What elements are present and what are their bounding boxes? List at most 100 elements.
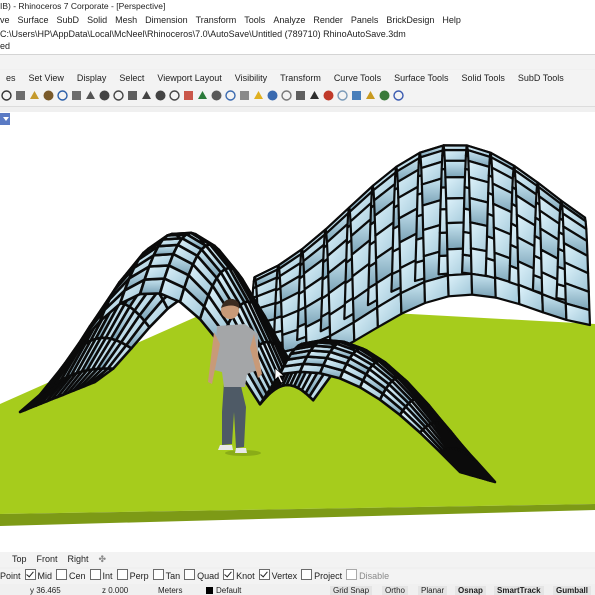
toolbar-tab-viewport-layout[interactable]: Viewport Layout (151, 70, 228, 86)
menu-bar: ve Surface SubD Solid Mesh Dimension Transform… (0, 13, 595, 28)
add-viewport-icon[interactable]: ✤ (99, 552, 107, 567)
4-view-icon[interactable] (224, 89, 237, 103)
toolbar-tab-select[interactable]: Select (113, 70, 151, 86)
osnap-tan[interactable]: Tan (152, 569, 180, 584)
toolbar-tab-bar: es Set View Display Select Viewport Layout Vi… (0, 70, 595, 86)
menu-item-ve[interactable]: ve (0, 13, 10, 28)
layer-icon[interactable] (266, 89, 279, 103)
osnap-perp[interactable]: Perp (116, 569, 149, 584)
osnap-quad[interactable]: Quad (184, 569, 219, 584)
menu-item-tools[interactable]: Tools (244, 13, 265, 28)
render-icon[interactable] (308, 89, 321, 103)
perspective-viewport[interactable] (0, 112, 595, 552)
view-tab-front[interactable]: Front (37, 552, 58, 567)
osnap-mid-checkbox[interactable] (24, 569, 36, 580)
grid-snap-toggle[interactable]: Grid Snap (330, 586, 373, 595)
osnap-tan-checkbox[interactable] (152, 569, 164, 580)
coordinate-y: y 36.465 (30, 586, 61, 595)
command-prompt-line[interactable]: ed (0, 40, 595, 52)
display-mode-icon[interactable] (378, 89, 391, 103)
menu-item-mesh[interactable]: Mesh (115, 13, 137, 28)
perspective-scene[interactable] (0, 112, 595, 552)
layer-name: Default (216, 586, 242, 595)
coordinate-z: z 0.000 (102, 586, 129, 595)
osnap-disable-checkbox[interactable] (346, 569, 358, 580)
view-tab-top[interactable]: Top (12, 552, 27, 567)
light-icon[interactable] (252, 89, 265, 103)
toolbar-tab-set-view[interactable]: Set View (23, 70, 71, 86)
toolbar-tab-display[interactable]: Display (71, 70, 114, 86)
pan-hand-icon[interactable] (70, 89, 83, 103)
close-icon[interactable] (0, 89, 13, 103)
command-history: C:\Users\HP\AppData\Local\McNeel\Rhinoce… (0, 28, 595, 55)
zoom-icon[interactable] (98, 89, 111, 103)
toolbar-tab-subd-tools[interactable]: SubD Tools (512, 70, 571, 86)
units-display[interactable]: Meters (158, 586, 182, 595)
zoom-window-icon[interactable] (112, 89, 125, 103)
menu-item-panels[interactable]: Panels (351, 13, 379, 28)
osnap-int-checkbox[interactable] (89, 569, 101, 580)
named-view-icon[interactable] (154, 89, 167, 103)
osnap-quad-checkbox[interactable] (184, 569, 196, 580)
osnap-cen-checkbox[interactable] (56, 569, 68, 580)
menu-item-dimension[interactable]: Dimension (145, 13, 188, 28)
menu-item-analyze[interactable]: Analyze (273, 13, 305, 28)
set-cplane-icon[interactable] (196, 89, 209, 103)
menu-item-solid[interactable]: Solid (87, 13, 107, 28)
osnap-project-checkbox[interactable] (301, 569, 313, 580)
viewport-menu-icon[interactable] (0, 113, 10, 125)
smarttrack-toggle[interactable]: SmartTrack (494, 586, 544, 595)
toolbar-tab-transform[interactable]: Transform (274, 70, 328, 86)
properties-icon[interactable] (280, 89, 293, 103)
toolbar-tab-visibility[interactable]: Visibility (229, 70, 274, 86)
zoom-selected-icon[interactable] (140, 89, 153, 103)
menu-item-help[interactable]: Help (442, 13, 461, 28)
car-icon[interactable] (182, 89, 195, 103)
sphere-icon[interactable] (336, 89, 349, 103)
undo-icon[interactable] (56, 89, 69, 103)
osnap-perp-checkbox[interactable] (116, 569, 128, 580)
osnap-toggle[interactable]: Osnap (455, 586, 486, 595)
paste-icon[interactable] (42, 89, 55, 103)
planar-toggle[interactable]: Planar (418, 586, 448, 595)
camera-icon[interactable] (168, 89, 181, 103)
menu-item-render[interactable]: Render (313, 13, 343, 28)
ortho-toggle[interactable]: Ortho (382, 586, 409, 595)
toolbar-tab-surface-tools[interactable]: Surface Tools (388, 70, 455, 86)
osnap-icon[interactable] (210, 89, 223, 103)
standard-toolbar (0, 86, 595, 107)
toolbar-tab-curve-tools[interactable]: Curve Tools (328, 70, 388, 86)
osnap-quad-label: Quad (197, 571, 220, 581)
osnap-int[interactable]: Int (89, 569, 113, 584)
osnap-cen[interactable]: Cen (56, 569, 86, 584)
cut-icon[interactable] (14, 89, 27, 103)
gumball-toggle[interactable]: Gumball (553, 586, 592, 595)
osnap-vertex[interactable]: Vertex (258, 569, 297, 584)
toolbar-tab-es[interactable]: es (0, 70, 23, 86)
toolbar-tab-solid-tools[interactable]: Solid Tools (456, 70, 512, 86)
menu-item-surface[interactable]: Surface (18, 13, 49, 28)
osnap-knot[interactable]: Knot (223, 569, 255, 584)
osnap-mid[interactable]: Mid (24, 569, 52, 584)
help-icon[interactable] (392, 89, 405, 103)
menu-item-subd[interactable]: SubD (57, 13, 80, 28)
osnap-disable[interactable]: Disable (346, 569, 389, 584)
osnap-knot-label: Knot (236, 571, 255, 581)
view-tab-right[interactable]: Right (68, 552, 89, 567)
copy-icon[interactable] (28, 89, 41, 103)
osnap-point[interactable]: Point (0, 569, 21, 584)
globe-icon[interactable] (350, 89, 363, 103)
menu-item-transform[interactable]: Transform (196, 13, 237, 28)
options-icon[interactable] (364, 89, 377, 103)
osnap-knot-checkbox[interactable] (223, 569, 235, 580)
material-icon[interactable] (322, 89, 335, 103)
zoom-extents-icon[interactable] (126, 89, 139, 103)
current-layer[interactable]: Default (206, 586, 241, 595)
shade-icon[interactable] (294, 89, 307, 103)
osnap-vertex-checkbox[interactable] (258, 569, 270, 580)
rotate-view-icon[interactable] (84, 89, 97, 103)
grid-icon[interactable] (238, 89, 251, 103)
osnap-project[interactable]: Project (301, 569, 342, 584)
osnap-perp-label: Perp (129, 571, 149, 581)
menu-item-brickdesign[interactable]: BrickDesign (386, 13, 434, 28)
